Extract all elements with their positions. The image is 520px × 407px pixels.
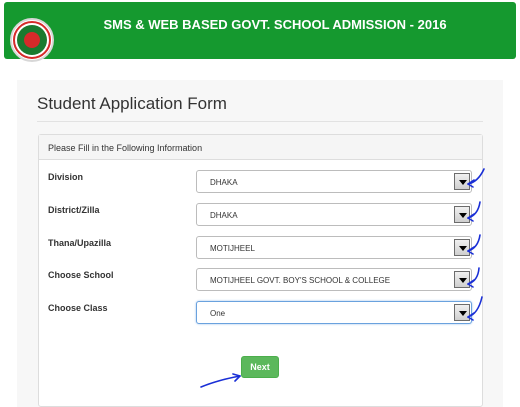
app-header: SMS & WEB BASED GOVT. SCHOOL ADMISSION -… — [4, 2, 516, 62]
panel-heading: Please Fill in the Following Information — [39, 135, 482, 160]
class-value: One — [210, 309, 226, 318]
chevron-down-icon[interactable] — [454, 304, 470, 321]
school-value: MOTIJHEEL GOVT. BOY'S SCHOOL & COLLEGE — [210, 276, 391, 285]
app-title: SMS & WEB BASED GOVT. SCHOOL ADMISSION -… — [103, 17, 447, 32]
chevron-down-icon[interactable] — [454, 173, 470, 190]
district-label: District/Zilla — [48, 205, 100, 215]
class-label: Choose Class — [48, 303, 108, 313]
school-label: Choose School — [48, 270, 114, 280]
chevron-down-icon[interactable] — [454, 239, 470, 256]
division-select[interactable]: DHAKA — [196, 170, 472, 193]
next-button[interactable]: Next — [241, 356, 279, 378]
division-value: DHAKA — [210, 178, 238, 187]
page-title: Student Application Form — [37, 94, 227, 113]
division-label: Division — [48, 172, 84, 182]
thana-label: Thana/Upazilla — [48, 238, 112, 248]
district-select[interactable]: DHAKA — [196, 203, 472, 226]
school-select[interactable]: MOTIJHEEL GOVT. BOY'S SCHOOL & COLLEGE — [196, 268, 472, 291]
thana-select[interactable]: MOTIJHEEL — [196, 236, 472, 259]
chevron-down-icon[interactable] — [454, 206, 470, 223]
class-select[interactable]: One — [196, 301, 472, 324]
chevron-down-icon[interactable] — [454, 271, 470, 288]
thana-value: MOTIJHEEL — [210, 244, 255, 253]
district-value: DHAKA — [210, 211, 238, 220]
title-divider — [37, 121, 483, 122]
